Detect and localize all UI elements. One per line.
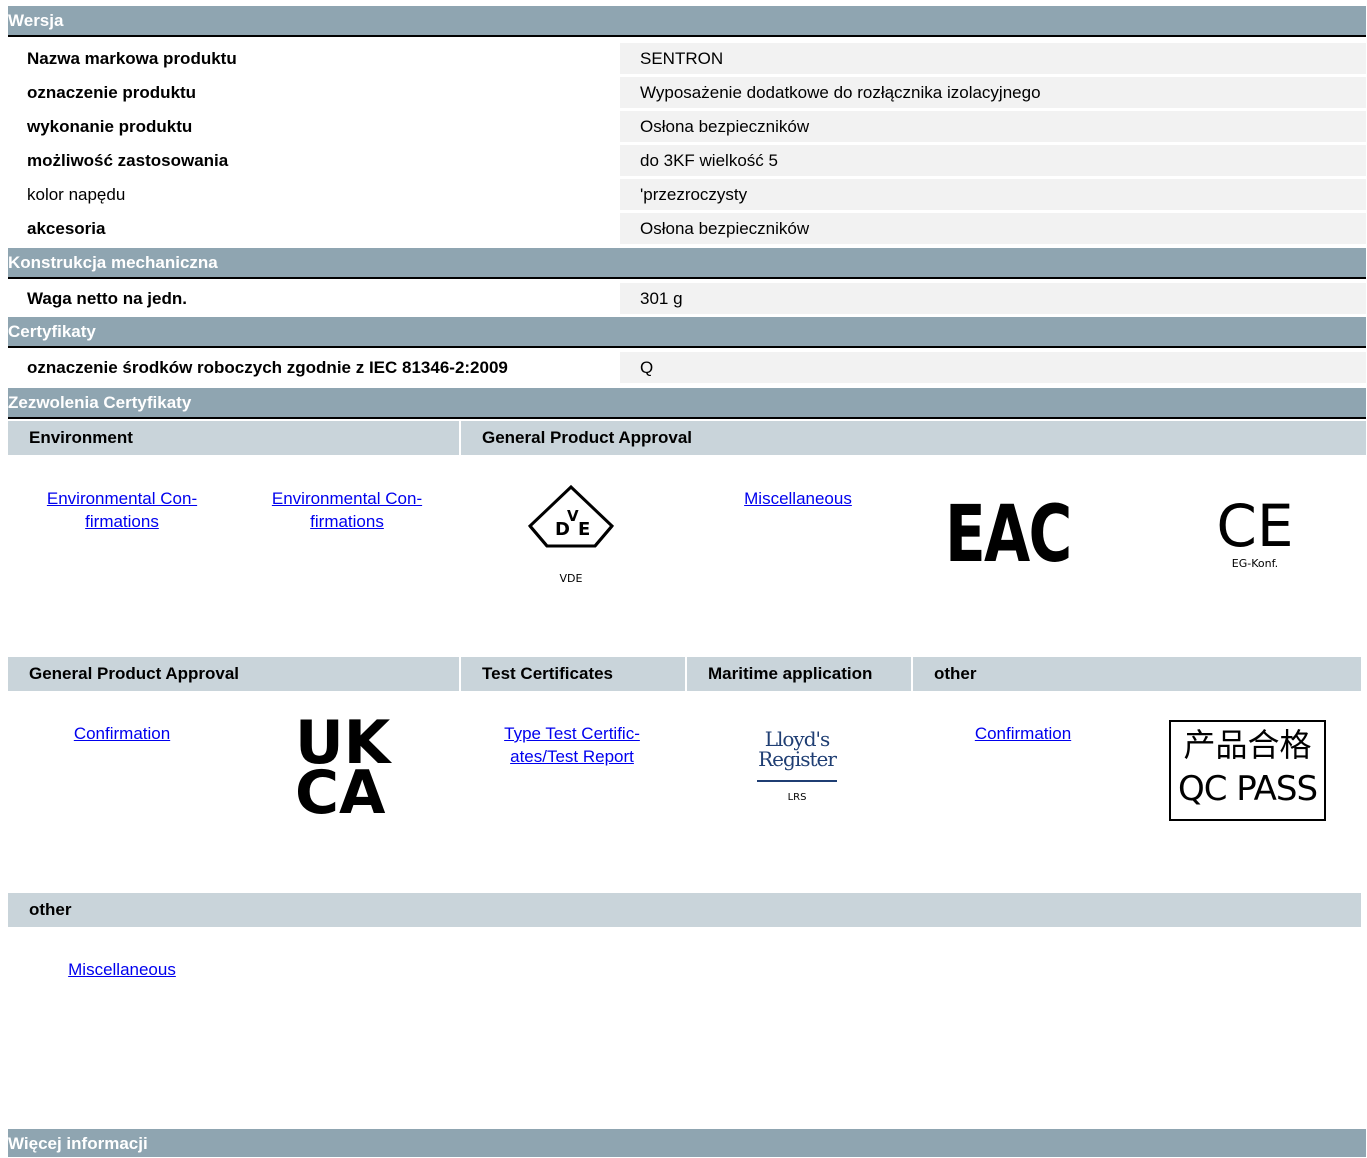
- section-header-wersja: Wersja: [8, 6, 1366, 37]
- spec-value: 'przezroczysty: [620, 179, 1366, 210]
- spec-row: oznaczenie środków roboczych zgodnie z I…: [8, 352, 1366, 383]
- lloyds-divider: [757, 780, 837, 782]
- vde-logo-label: VDE: [559, 572, 583, 585]
- link-environmental-confirmations[interactable]: Environmental Con- firmations: [22, 487, 222, 533]
- link-environmental-confirmations[interactable]: Environmental Con- firmations: [247, 487, 447, 533]
- link-confirmation[interactable]: Confirmation: [22, 722, 222, 745]
- link-miscellaneous[interactable]: Miscellaneous: [698, 487, 898, 510]
- spec-row: akcesoria Osłona bezpieczników: [8, 213, 1366, 244]
- approval-header-general: General Product Approval: [8, 657, 459, 691]
- ce-mark-letters: CE: [1216, 492, 1294, 560]
- spec-row: oznaczenie produktu Wyposażenie dodatkow…: [8, 77, 1366, 108]
- section-header-certyfikaty: Certyfikaty: [8, 317, 1366, 348]
- approval-header-general: General Product Approval: [461, 421, 1366, 455]
- spec-label: Waga netto na jedn.: [8, 283, 618, 314]
- section-header-wiecej-informacji: Więcej informacji: [8, 1129, 1366, 1157]
- eac-logo-icon: EAC: [945, 490, 1072, 580]
- ukca-logo-icon: UK CA: [295, 713, 405, 824]
- spec-label: kolor napędu: [8, 179, 618, 210]
- spec-row: Waga netto na jedn. 301 g: [8, 283, 1366, 314]
- spec-value: Wyposażenie dodatkowe do rozłącznika izo…: [620, 77, 1366, 108]
- approval-header-maritime: Maritime application: [687, 657, 911, 691]
- ce-mark-icon: CE EG-Konf.: [1200, 495, 1310, 590]
- qc-pass-line-1: 产品合格: [1183, 726, 1312, 764]
- qc-pass-logo-icon: 产品合格 QC PASS: [1169, 720, 1326, 821]
- spec-label: wykonanie produktu: [8, 111, 618, 142]
- svg-text:E: E: [578, 519, 590, 540]
- approval-header-test-certificates: Test Certificates: [461, 657, 685, 691]
- section-header-zezwolenia: Zezwolenia Certyfikaty: [8, 388, 1366, 419]
- spec-value: SENTRON: [620, 43, 1366, 74]
- spec-value: Q: [620, 352, 1366, 383]
- section-header-konstrukcja: Konstrukcja mechaniczna: [8, 248, 1366, 279]
- link-confirmation[interactable]: Confirmation: [923, 722, 1123, 745]
- lloyds-register-logo-icon: Lloyd's Register LRS: [742, 727, 852, 825]
- approval-header-other: other: [913, 657, 1361, 691]
- spec-value: do 3KF wielkość 5: [620, 145, 1366, 176]
- spec-row: Nazwa markowa produktu SENTRON: [8, 43, 1366, 74]
- spec-label: oznaczenie środków roboczych zgodnie z I…: [8, 352, 618, 383]
- lloyds-line-2: Register: [758, 747, 837, 771]
- vde-logo-icon: D V E VDE: [515, 484, 627, 590]
- approval-header-environment: Environment: [8, 421, 459, 455]
- approval-header-other: other: [8, 893, 1361, 927]
- spec-value: Osłona bezpieczników: [620, 213, 1366, 244]
- lloyds-sub: LRS: [787, 792, 807, 803]
- spec-value: Osłona bezpieczników: [620, 111, 1366, 142]
- spec-label: akcesoria: [8, 213, 618, 244]
- spec-row: możliwość zastosowania do 3KF wielkość 5: [8, 145, 1366, 176]
- link-miscellaneous[interactable]: Miscellaneous: [22, 958, 222, 981]
- spec-row: wykonanie produktu Osłona bezpieczników: [8, 111, 1366, 142]
- spec-row: kolor napędu 'przezroczysty: [8, 179, 1366, 210]
- spec-label: oznaczenie produktu: [8, 77, 618, 108]
- spec-label: Nazwa markowa produktu: [8, 43, 618, 74]
- spec-value: 301 g: [620, 283, 1366, 314]
- spec-label: możliwość zastosowania: [8, 145, 618, 176]
- qc-pass-line-2: QC PASS: [1177, 769, 1318, 809]
- lloyds-line-1: Lloyd's: [764, 727, 831, 751]
- link-type-test-certificates[interactable]: Type Test Certific- ates/Test Report: [462, 722, 682, 768]
